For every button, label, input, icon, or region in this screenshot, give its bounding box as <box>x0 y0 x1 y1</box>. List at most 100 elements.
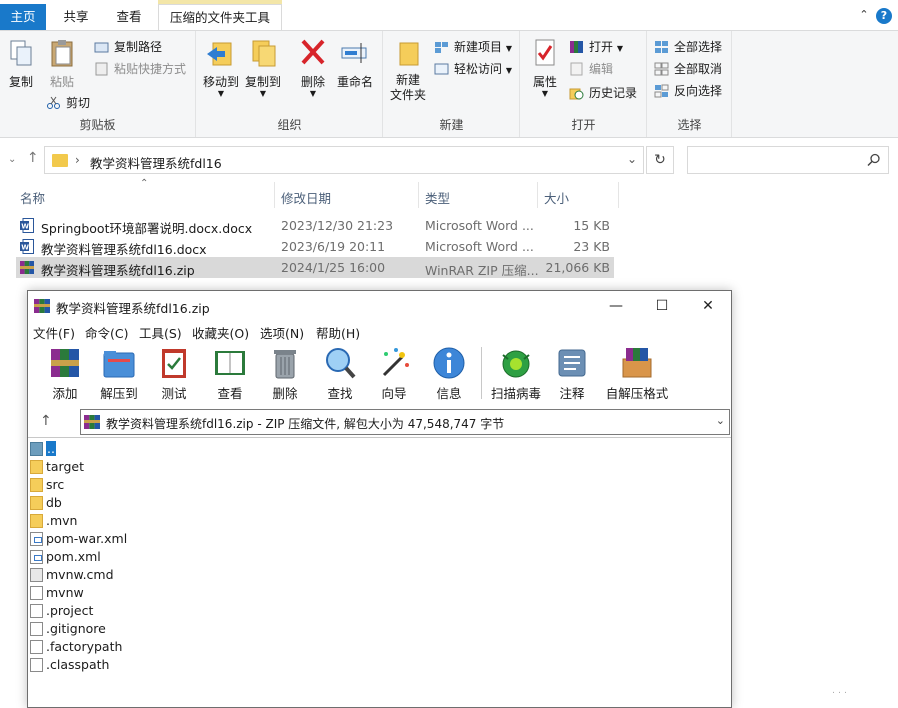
tab-compressed-folder-tools[interactable]: 压缩的文件夹工具 <box>158 0 282 30</box>
tool-info-button[interactable]: 信息 <box>421 345 477 402</box>
select-all-button[interactable]: 全部选择 <box>654 37 722 57</box>
up-arrow-icon[interactable]: ↑ <box>40 413 52 429</box>
invert-selection-button[interactable]: 反向选择 <box>654 81 722 101</box>
tool-add-button[interactable]: 添加 <box>37 345 93 402</box>
tool-comment-button[interactable]: 注释 <box>544 345 600 402</box>
paste-shortcut-button[interactable]: 粘贴快捷方式 <box>94 59 186 79</box>
tool-label: 信息 <box>436 386 462 401</box>
tab-share[interactable]: 共享 <box>50 4 102 30</box>
select-none-button[interactable]: 全部取消 <box>654 59 722 79</box>
entry-name: .factorypath <box>46 639 123 654</box>
breadcrumb[interactable]: 教学资料管理系统fdl16 <box>90 153 222 172</box>
entry-name: .gitignore <box>46 621 106 636</box>
column-date[interactable]: 修改日期 <box>281 188 331 207</box>
move-to-button[interactable]: 移动到 ▼ <box>201 37 241 98</box>
winrar-title-bar[interactable]: 教学资料管理系统fdl16.zip — ☐ ✕ <box>28 291 731 321</box>
select-none-label: 全部取消 <box>674 62 723 76</box>
menu-commands[interactable]: 命令(C) <box>85 323 128 342</box>
tool-sfx-button[interactable]: 自解压格式 <box>602 345 672 402</box>
entry-name: .project <box>46 603 94 618</box>
collapse-ribbon-icon[interactable]: ⌃ <box>858 8 870 22</box>
column-size[interactable]: 大小 <box>544 188 569 207</box>
up-arrow-icon[interactable]: ↑ <box>27 150 39 166</box>
new-folder-icon <box>392 37 424 69</box>
properties-button[interactable]: 属性 ▼ <box>527 37 563 98</box>
copy-to-button[interactable]: 复制到 ▼ <box>243 37 283 98</box>
file-type: WinRAR ZIP 压缩... <box>425 263 539 278</box>
file-icon <box>30 658 43 672</box>
tool-label: 注释 <box>559 386 585 401</box>
nav-controls: ⌄ ↑ <box>8 150 48 172</box>
edit-button[interactable]: 编辑 <box>569 59 613 79</box>
column-type[interactable]: 类型 <box>425 188 450 207</box>
tool-virus-scan-button[interactable]: 扫描病毒 <box>486 345 546 402</box>
new-folder-button[interactable]: 新建 文件夹 <box>388 37 428 103</box>
copy-path-button[interactable]: 复制路径 <box>94 37 162 57</box>
rename-button[interactable]: 重命名 <box>333 37 377 90</box>
open-button[interactable]: 打开 ▼ <box>569 37 623 57</box>
column-divider[interactable] <box>418 182 419 208</box>
easy-access-button[interactable]: 轻松访问 ▼ <box>434 59 512 79</box>
tool-view-button[interactable]: 查看 <box>202 345 258 402</box>
paste-label: 粘贴 <box>49 75 74 89</box>
search-input[interactable] <box>687 146 889 174</box>
file-row[interactable]: W Springboot环境部署说明.docx.docx 2023/12/30 … <box>16 215 614 236</box>
address-bar[interactable]: › 教学资料管理系统fdl16 ⌄ <box>44 146 644 174</box>
column-name[interactable]: 名称 <box>20 188 45 207</box>
column-header: ⌃ 名称 修改日期 类型 大小 <box>0 178 620 208</box>
entry-name: .mvn <box>46 513 78 528</box>
delete-button[interactable]: 删除 ▼ <box>297 37 329 98</box>
file-name: Springboot环境部署说明.docx.docx <box>41 221 253 236</box>
file-name: 教学资料管理系统fdl16.zip <box>41 263 195 278</box>
archive-path-dropdown[interactable]: 教学资料管理系统fdl16.zip - ZIP 压缩文件, 解包大小为 47,5… <box>80 409 730 435</box>
address-dropdown-icon[interactable]: ⌄ <box>627 152 637 166</box>
entry-name: mvnw.cmd <box>46 567 114 582</box>
menu-file[interactable]: 文件(F) <box>33 323 75 342</box>
new-item-icon <box>434 40 449 54</box>
history-button[interactable]: 历史记录 <box>569 83 637 103</box>
menu-favorites[interactable]: 收藏夹(O) <box>192 323 249 342</box>
file-type: Microsoft Word ... <box>425 218 534 233</box>
file-row[interactable]: W 教学资料管理系统fdl16.docx 2023/6/19 20:11 Mic… <box>16 236 614 257</box>
tab-view[interactable]: 查看 <box>104 4 154 30</box>
breadcrumb-chevron-icon[interactable]: › <box>75 153 80 167</box>
new-item-button[interactable]: 新建项目 ▼ <box>434 37 512 57</box>
chevron-down-icon[interactable]: ⌄ <box>8 154 16 165</box>
close-button[interactable]: ✕ <box>685 291 731 321</box>
file-icon <box>30 586 43 600</box>
refresh-button[interactable]: ↻ <box>646 146 674 174</box>
help-icon[interactable]: ? <box>876 8 892 24</box>
column-divider[interactable] <box>618 182 619 208</box>
file-icon <box>30 604 43 618</box>
group-open: 属性 ▼ 打开 ▼ 编辑 历史记录 打开 <box>521 31 647 137</box>
copy-to-icon <box>247 37 279 69</box>
menu-tools[interactable]: 工具(S) <box>139 323 182 342</box>
tool-test-button[interactable]: 测试 <box>146 345 202 402</box>
copy-button[interactable]: 复制 <box>4 37 38 90</box>
column-divider[interactable] <box>274 182 275 208</box>
magnifier-icon <box>322 345 358 381</box>
menu-options[interactable]: 选项(N) <box>260 323 304 342</box>
tool-label: 删除 <box>272 386 298 401</box>
paste-button[interactable]: 粘贴 <box>44 37 80 90</box>
menu-help[interactable]: 帮助(H) <box>316 323 360 342</box>
file-icon <box>30 640 43 654</box>
file-row-selected[interactable]: 教学资料管理系统fdl16.zip 2024/1/25 16:00 WinRAR… <box>16 257 614 278</box>
tool-extract-button[interactable]: 解压到 <box>91 345 147 402</box>
minimize-icon: — <box>609 298 623 314</box>
parent-folder-icon <box>30 442 43 456</box>
file-date: 2023/6/19 20:11 <box>281 239 386 254</box>
tool-find-button[interactable]: 查找 <box>312 345 368 402</box>
tool-delete-button[interactable]: 删除 <box>257 345 313 402</box>
tab-home[interactable]: 主页 <box>0 4 46 30</box>
group-label-organize: 组织 <box>277 118 302 132</box>
group-organize: 移动到 ▼ 复制到 ▼ 删除 ▼ 重命名 组织 <box>197 31 383 137</box>
column-divider[interactable] <box>537 182 538 208</box>
tool-label: 解压到 <box>100 386 138 401</box>
navigation-bar: ⌄ ↑ › 教学资料管理系统fdl16 ⌄ ↻ <box>0 144 898 176</box>
tool-wizard-button[interactable]: 向导 <box>366 345 422 402</box>
maximize-button[interactable]: ☐ <box>639 291 685 321</box>
cut-button[interactable]: 剪切 <box>46 93 90 113</box>
minimize-button[interactable]: — <box>593 291 639 321</box>
open-label: 打开 <box>589 40 614 54</box>
